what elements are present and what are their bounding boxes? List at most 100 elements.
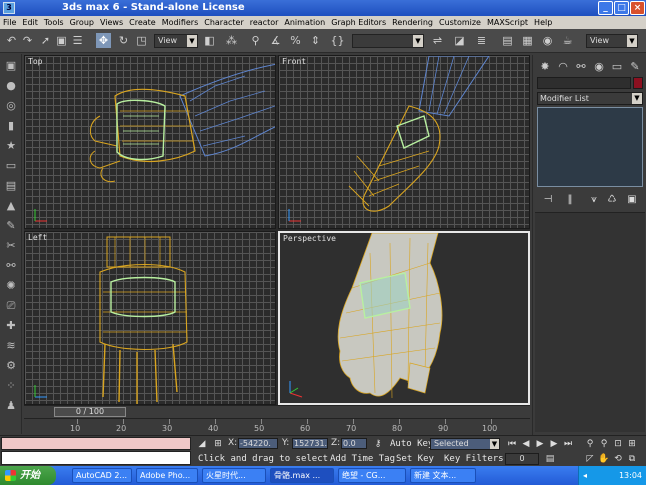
render-scene-icon[interactable]: ☕ xyxy=(560,33,575,48)
spinner-snap-icon[interactable]: ⇕ xyxy=(308,33,323,48)
schematic-view-icon[interactable]: ▦ xyxy=(520,33,535,48)
maximize-viewport-icon[interactable]: ⧉ xyxy=(626,453,638,465)
maximize-button[interactable]: □ xyxy=(614,1,629,15)
time-slider-thumb[interactable]: 0 / 100 xyxy=(54,407,126,417)
viewport-perspective[interactable]: Perspective xyxy=(278,231,530,405)
track-bar[interactable]: 10 20 30 40 50 60 70 80 90 100 xyxy=(24,418,530,434)
sphere-icon[interactable]: ● xyxy=(3,78,19,94)
lights-icon[interactable]: ✺ xyxy=(3,278,19,294)
x-coordinate-field[interactable]: -54220. xyxy=(238,438,278,449)
percent-snap-icon[interactable]: % xyxy=(288,33,303,48)
key-icon[interactable]: ⚷ xyxy=(372,438,384,450)
helpers-icon[interactable]: ✚ xyxy=(3,318,19,334)
pan-icon[interactable]: ✋ xyxy=(598,453,610,465)
cylinder-icon[interactable]: ▮ xyxy=(3,118,19,134)
taskbar-item[interactable]: 新建 文本... xyxy=(410,468,476,483)
named-selection-icon[interactable]: {} xyxy=(330,33,345,48)
biped-icon[interactable]: ♟ xyxy=(3,398,19,414)
undo-icon[interactable]: ↶ xyxy=(4,33,19,48)
maxscript-listener-mini[interactable] xyxy=(1,437,191,450)
taskbar-item[interactable]: AutoCAD 2... xyxy=(72,468,132,483)
select-rotate-icon[interactable]: ↻ xyxy=(116,33,131,48)
app-icon[interactable]: 3 xyxy=(3,2,15,14)
menu-modifiers[interactable]: Modifiers xyxy=(159,16,202,29)
cone-icon[interactable]: ▲ xyxy=(3,198,19,214)
taskbar-item[interactable]: 火星时代... xyxy=(202,468,266,483)
hierarchy-tab-icon[interactable]: ⚯ xyxy=(573,59,589,75)
pin-stack-icon[interactable]: ⊣ xyxy=(541,193,555,207)
selected-set-dropdown[interactable]: Selected ▼ xyxy=(430,438,500,450)
menu-help[interactable]: Help xyxy=(531,16,555,29)
parameter-rollout-area[interactable] xyxy=(535,212,645,432)
curve-editor-icon[interactable]: ▤ xyxy=(500,33,515,48)
star-icon[interactable]: ★ xyxy=(3,138,19,154)
camera-icon[interactable]: ⎚ xyxy=(3,298,19,314)
viewport-left[interactable]: Left xyxy=(24,231,276,405)
taskbar-item[interactable]: Adobe Pho... xyxy=(136,468,198,483)
start-button[interactable]: 开始 xyxy=(0,466,56,485)
named-selection-sets-dropdown[interactable]: ▼ xyxy=(352,34,424,48)
tray-expand-icon[interactable]: ◂ xyxy=(583,466,587,485)
time-slider[interactable]: 0 / 100 xyxy=(24,405,530,417)
redo-icon[interactable]: ↷ xyxy=(20,33,35,48)
mirror-icon[interactable]: ⇌ xyxy=(430,33,445,48)
menu-animation[interactable]: Animation xyxy=(281,16,328,29)
set-key-button[interactable]: Set Key xyxy=(396,454,434,464)
utilities-tab-icon[interactable]: ✎ xyxy=(627,59,643,75)
material-editor-icon[interactable]: ◉ xyxy=(540,33,555,48)
viewport-top[interactable]: Top xyxy=(24,55,276,229)
menu-reactor[interactable]: reactor xyxy=(247,16,282,29)
menu-group[interactable]: Group xyxy=(67,16,97,29)
field-of-view-icon[interactable]: ◸ xyxy=(584,453,596,465)
goto-end-icon[interactable]: ⏭ xyxy=(562,438,574,450)
object-name-field[interactable] xyxy=(537,77,631,89)
menu-views[interactable]: Views xyxy=(97,16,126,29)
zoom-icon[interactable]: ⚲ xyxy=(584,438,596,450)
motion-tab-icon[interactable]: ◉ xyxy=(591,59,607,75)
viewport-front[interactable]: Front xyxy=(278,55,530,229)
absolute-mode-icon[interactable]: ⊞ xyxy=(212,438,224,450)
make-unique-icon[interactable]: ⩛ xyxy=(587,193,601,207)
select-scale-icon[interactable]: ◳ xyxy=(134,33,149,48)
layer-manager-icon[interactable]: ≣ xyxy=(474,33,489,48)
menu-file[interactable]: File xyxy=(0,16,19,29)
select-by-name-icon[interactable]: ☰ xyxy=(70,33,85,48)
arc-rotate-icon[interactable]: ⟲ xyxy=(612,453,624,465)
select-region-icon[interactable]: ▣ xyxy=(54,33,69,48)
close-button[interactable]: × xyxy=(630,1,645,15)
menu-edit[interactable]: Edit xyxy=(19,16,41,29)
systems-icon[interactable]: ⚙ xyxy=(3,358,19,374)
box-icon[interactable]: ▣ xyxy=(3,58,19,74)
tools-icon[interactable]: ✂ xyxy=(3,238,19,254)
configure-sets-icon[interactable]: ▣ xyxy=(625,193,639,207)
create-tab-icon[interactable]: ✸ xyxy=(537,59,553,75)
zoom-all-icon[interactable]: ⚲ xyxy=(598,438,610,450)
select-move-icon[interactable]: ✥ xyxy=(96,33,111,48)
minimize-button[interactable]: _ xyxy=(598,1,613,15)
modifier-list-dropdown[interactable]: Modifier List ▼ xyxy=(537,92,643,105)
torus-icon[interactable]: ◎ xyxy=(3,98,19,114)
spacewarps-icon[interactable]: ≋ xyxy=(3,338,19,354)
render-type-dropdown[interactable]: View ▼ xyxy=(586,34,638,48)
select-object-icon[interactable]: ➚ xyxy=(38,33,53,48)
prev-frame-icon[interactable]: ◀ xyxy=(520,438,532,450)
menu-character[interactable]: Character xyxy=(201,16,247,29)
z-coordinate-field[interactable]: 0.0 xyxy=(341,438,367,449)
snap-toggle-icon[interactable]: ⚲ xyxy=(248,33,263,48)
lock-selection-icon[interactable]: ◢ xyxy=(196,438,208,450)
menu-graph-editors[interactable]: Graph Editors xyxy=(328,16,389,29)
y-coordinate-field[interactable]: 152731. xyxy=(292,438,328,449)
zoom-extents-all-icon[interactable]: ⊞ xyxy=(626,438,638,450)
modify-tab-icon[interactable]: ◠ xyxy=(555,59,571,75)
zoom-extents-icon[interactable]: ⊡ xyxy=(612,438,624,450)
play-icon[interactable]: ▶ xyxy=(534,438,546,450)
menu-tools[interactable]: Tools xyxy=(41,16,67,29)
next-frame-icon[interactable]: ▶ xyxy=(548,438,560,450)
plane-icon[interactable]: ▭ xyxy=(3,158,19,174)
menu-maxscript[interactable]: MAXScript xyxy=(484,16,531,29)
menu-rendering[interactable]: Rendering xyxy=(389,16,436,29)
clock[interactable]: 13:04 xyxy=(619,466,642,485)
auto-key-button[interactable]: Auto Key xyxy=(390,439,433,449)
current-frame-field[interactable]: 0 xyxy=(505,453,539,465)
reference-coordinate-dropdown[interactable]: View ▼ xyxy=(154,34,198,48)
